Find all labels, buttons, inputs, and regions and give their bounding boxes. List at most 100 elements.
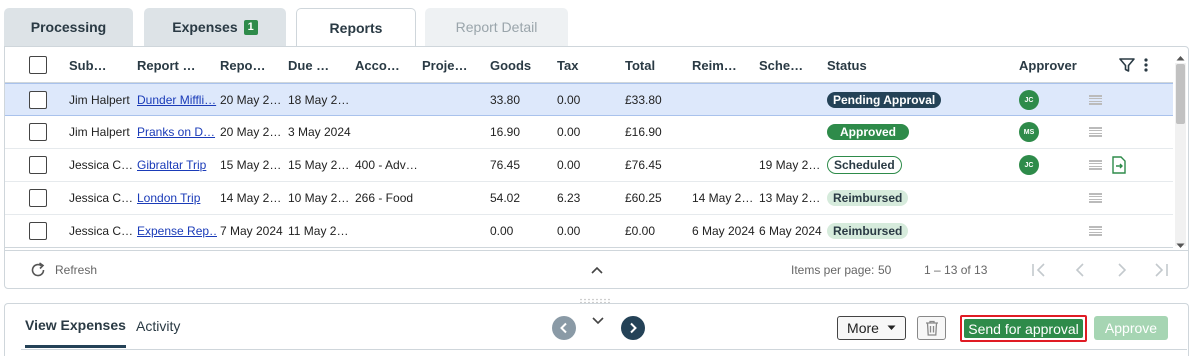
delete-button[interactable]: [917, 316, 946, 340]
cell-tax: 0.00: [557, 224, 581, 238]
select-all-checkbox[interactable]: [29, 47, 47, 83]
cell-submitter: Jim Halpert: [69, 93, 130, 107]
col-project[interactable]: Proje…: [422, 47, 482, 83]
cell-submitter: Jim Halpert: [69, 125, 130, 139]
cell-goods: 16.90: [490, 125, 521, 139]
col-approver[interactable]: Approver: [1019, 47, 1099, 83]
send-for-approval-label: Send for approval: [964, 319, 1083, 338]
table-row[interactable]: Jim Halpert Dunder Miffli… 20 May 2… 18 …: [5, 83, 1173, 116]
filter-icon[interactable]: [1119, 47, 1137, 83]
cell-total: £16.90: [625, 125, 662, 139]
export-icon[interactable]: [1111, 149, 1127, 181]
reports-grid: Sub… Report … Repo… Due … Acco… Proje… G…: [4, 46, 1189, 289]
tab-report-detail[interactable]: Report Detail: [425, 8, 568, 46]
report-name-link[interactable]: Dunder Miffli…: [137, 84, 217, 116]
report-name-link[interactable]: Expense Rep…: [137, 215, 217, 247]
status-label: Scheduled: [827, 156, 902, 174]
col-status[interactable]: Status: [827, 47, 907, 83]
refresh-button[interactable]: Refresh: [29, 251, 97, 289]
cell-account: 400 - Adv…: [355, 158, 418, 172]
row-checkbox[interactable]: [29, 84, 47, 116]
tab-view-expenses-label: View Expenses: [25, 316, 126, 333]
page-range: 1 – 13 of 13: [924, 263, 988, 277]
col-submitter[interactable]: Sub…: [69, 47, 129, 83]
status-badge: Pending Approval: [827, 84, 967, 116]
report-name-link[interactable]: Pranks on D…: [137, 116, 217, 148]
collapse-down-icon[interactable]: [592, 314, 604, 328]
status-badge: Scheduled: [827, 149, 967, 181]
report-name-link[interactable]: London Trip: [137, 182, 217, 214]
tab-reports[interactable]: Reports: [296, 8, 416, 47]
items-per-page-select[interactable]: 50: [878, 251, 891, 289]
status-badge: Reimbursed: [827, 182, 967, 214]
cell-report-date: 7 May 2024: [220, 224, 283, 238]
grid-footer: Refresh Items per page: 50 1 – 13 of 13: [5, 250, 1188, 288]
previous-report-button[interactable]: [552, 316, 576, 340]
scroll-up-icon[interactable]: [1176, 55, 1185, 61]
table-row[interactable]: Jessica C… Expense Rep… 7 May 2024 11 Ma…: [5, 215, 1173, 248]
prev-page-icon[interactable]: [1075, 251, 1085, 289]
trash-icon: [925, 320, 938, 336]
row-checkbox[interactable]: [29, 182, 47, 214]
avatar: JC: [1019, 155, 1039, 175]
col-scheduled[interactable]: Sche…: [759, 47, 817, 83]
refresh-icon: [31, 262, 45, 277]
next-page-icon[interactable]: [1117, 251, 1127, 289]
notes-icon[interactable]: [1089, 215, 1102, 247]
approve-button[interactable]: Approve: [1094, 316, 1168, 340]
cell-submitter: Jessica C…: [69, 224, 134, 238]
cell-total: £60.25: [625, 191, 662, 205]
expand-up-icon[interactable]: [591, 251, 603, 289]
cell-account: [355, 215, 419, 247]
tab-processing[interactable]: Processing: [4, 8, 133, 46]
more-dropdown-button[interactable]: More: [837, 316, 906, 340]
scroll-down-icon[interactable]: [1176, 243, 1185, 249]
col-report-name[interactable]: Report …: [137, 47, 213, 83]
table-row[interactable]: Jessica C… London Trip 14 May 2… 10 May …: [5, 182, 1173, 215]
cell-goods: 76.45: [490, 158, 521, 172]
row-checkbox[interactable]: [29, 149, 47, 181]
col-reimbursed[interactable]: Reim…: [692, 47, 750, 83]
col-goods[interactable]: Goods: [490, 47, 546, 83]
first-page-icon[interactable]: [1031, 251, 1047, 289]
cell-reimbursed: 6 May 2024: [692, 224, 755, 238]
avatar: MS: [1019, 122, 1039, 142]
items-per-page-label: Items per page:: [791, 263, 875, 277]
notes-icon[interactable]: [1089, 149, 1102, 181]
scroll-thumb[interactable]: [1176, 64, 1185, 124]
cell-goods: 33.80: [490, 93, 521, 107]
send-for-approval-button[interactable]: Send for approval: [960, 315, 1087, 342]
cell-due-date: 18 May 2…: [288, 93, 350, 107]
notes-icon[interactable]: [1089, 116, 1102, 148]
col-total[interactable]: Total: [625, 47, 675, 83]
col-tax[interactable]: Tax: [557, 47, 607, 83]
col-due-date[interactable]: Due …: [288, 47, 350, 83]
tab-processing-label: Processing: [30, 19, 107, 35]
column-menu-icon[interactable]: [1143, 47, 1153, 83]
tab-view-expenses[interactable]: View Expenses: [25, 304, 126, 348]
next-report-button[interactable]: [621, 316, 645, 340]
row-checkbox[interactable]: [29, 215, 47, 247]
cell-due-date: 10 May 2…: [288, 191, 350, 205]
col-account[interactable]: Acco…: [355, 47, 415, 83]
table-row[interactable]: Jessica C… Gibraltar Trip 15 May 2… 15 M…: [5, 149, 1173, 182]
last-page-icon[interactable]: [1153, 251, 1169, 289]
tab-activity-label: Activity: [136, 318, 181, 334]
tab-activity[interactable]: Activity: [136, 304, 180, 348]
table-row[interactable]: Jim Halpert Pranks on D… 20 May 2… 3 May…: [5, 116, 1173, 149]
tab-expenses[interactable]: Expenses 1: [144, 8, 286, 46]
refresh-label: Refresh: [55, 263, 98, 277]
cell-total: £33.80: [625, 93, 662, 107]
notes-icon[interactable]: [1089, 182, 1102, 214]
row-checkbox[interactable]: [29, 116, 47, 148]
notes-icon[interactable]: [1089, 84, 1102, 116]
avatar: JC: [1019, 90, 1039, 110]
cell-report-date: 20 May 2…: [220, 93, 282, 107]
grid-scrollbar[interactable]: [1173, 55, 1188, 250]
cell-total: £0.00: [625, 224, 656, 238]
report-name-link[interactable]: Gibraltar Trip: [137, 149, 217, 181]
splitter-handle[interactable]: [578, 293, 612, 304]
col-report-date[interactable]: Repo…: [220, 47, 282, 83]
approver-avatar: MS: [1019, 116, 1039, 148]
cell-account: [355, 116, 419, 148]
